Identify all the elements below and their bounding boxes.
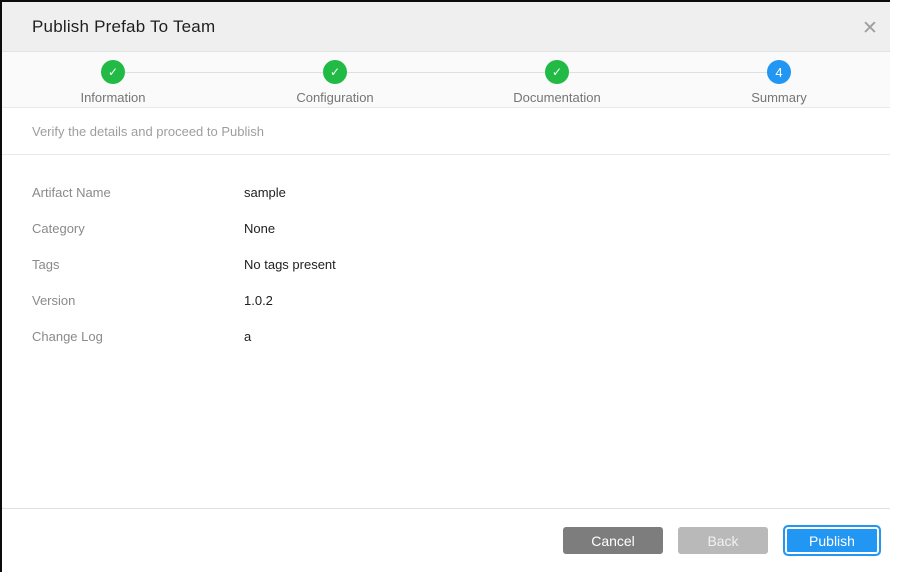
step-done-check-icon: ✓ [101,60,125,84]
detail-label: Change Log [32,329,244,344]
step-label: Summary [751,90,807,105]
detail-value: a [244,329,251,344]
detail-value: 1.0.2 [244,293,273,308]
detail-row-change-log: Change Log a [32,329,860,344]
connector-line [446,72,545,73]
dialog-title: Publish Prefab To Team [32,17,215,37]
detail-value: None [244,221,275,236]
subtitle-band: Verify the details and proceed to Publis… [2,108,890,155]
connector-line [668,72,767,73]
publish-prefab-dialog: Publish Prefab To Team ✕ ✓ Information ✓… [0,0,890,572]
step-label: Configuration [296,90,373,105]
dialog-titlebar: Publish Prefab To Team ✕ [2,2,890,52]
connector-line [347,72,446,73]
detail-value: sample [244,185,286,200]
step-information[interactable]: ✓ Information [2,59,224,107]
detail-row-tags: Tags No tags present [32,257,860,272]
connector-line [2,72,101,73]
step-indicator-row: ✓ [446,59,668,85]
step-summary[interactable]: 4 Summary [668,59,890,107]
connector-line [791,72,890,73]
step-indicator-row: ✓ [2,59,224,85]
connector-line [569,72,668,73]
step-configuration[interactable]: ✓ Configuration [224,59,446,107]
detail-label: Version [32,293,244,308]
dialog-footer: Cancel Back Publish [2,508,890,572]
detail-label: Tags [32,257,244,272]
step-done-check-icon: ✓ [323,60,347,84]
step-done-check-icon: ✓ [545,60,569,84]
summary-details: Artifact Name sample Category None Tags … [2,155,890,344]
step-label: Information [80,90,145,105]
step-label: Documentation [513,90,600,105]
detail-value: No tags present [244,257,336,272]
detail-row-category: Category None [32,221,860,236]
close-icon[interactable]: ✕ [858,16,882,40]
subtitle-text: Verify the details and proceed to Publis… [32,124,264,139]
publish-button[interactable]: Publish [783,525,881,556]
step-indicator-row: 4 [668,59,890,85]
back-button[interactable]: Back [678,527,768,554]
cancel-button[interactable]: Cancel [563,527,663,554]
step-documentation[interactable]: ✓ Documentation [446,59,668,107]
step-number-badge: 4 [767,60,791,84]
detail-row-version: Version 1.0.2 [32,293,860,308]
wizard-stepper: ✓ Information ✓ Configuration ✓ Document… [2,52,890,108]
connector-line [224,72,323,73]
detail-row-artifact-name: Artifact Name sample [32,185,860,200]
step-indicator-row: ✓ [224,59,446,85]
detail-label: Category [32,221,244,236]
detail-label: Artifact Name [32,185,244,200]
connector-line [125,72,224,73]
